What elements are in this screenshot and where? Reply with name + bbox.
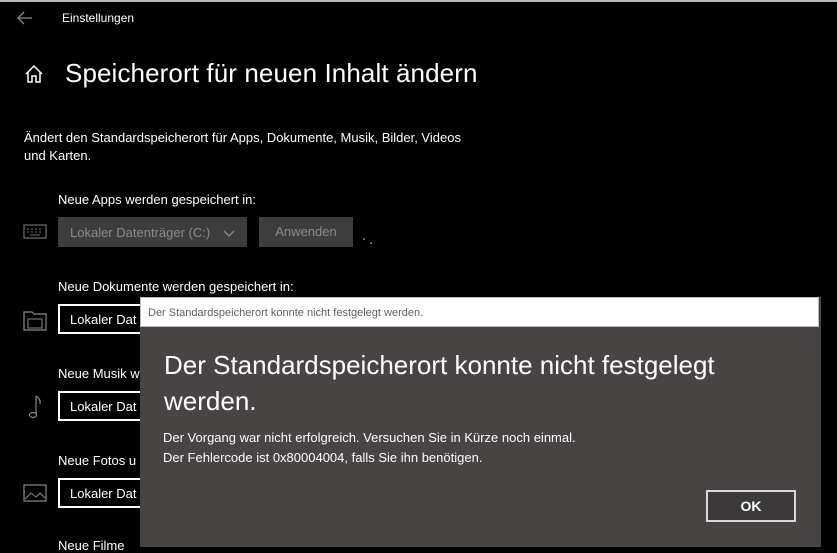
music-location-value: Lokaler Dat <box>70 399 137 414</box>
dialog-heading: Der Standardspeicherort konnte nicht fes… <box>164 350 715 416</box>
apps-location-dropdown[interactable]: Lokaler Datenträger (C:) <box>58 217 247 247</box>
dialog-message-line1: Der Vorgang war nicht erfolgreich. Versu… <box>163 430 576 445</box>
photos-section-label: Neue Fotos u <box>58 453 137 468</box>
image-icon <box>22 482 48 506</box>
page-description: Ändert den Standardspeicherort für Apps,… <box>24 130 461 163</box>
back-arrow-icon[interactable] <box>16 10 34 26</box>
folder-icon <box>22 308 48 332</box>
apps-section-label: Neue Apps werden gespeichert in: <box>58 192 257 207</box>
apps-location-value: Lokaler Datenträger (C:) <box>70 225 211 240</box>
chevron-down-icon <box>223 226 235 237</box>
keyboard-icon <box>22 222 48 246</box>
photos-location-value: Lokaler Dat <box>70 486 137 501</box>
page-title: Speicherort für neuen Inhalt ändern <box>65 58 478 88</box>
window-top-border <box>0 0 837 2</box>
dialog-message: Der Vorgang war nicht erfolgreich. Versu… <box>163 428 576 468</box>
documents-location-value: Lokaler Dat <box>70 312 137 327</box>
music-note-icon <box>22 394 48 419</box>
apply-button[interactable]: Anwenden <box>259 217 353 247</box>
dialog-titlebar: Der Standardspeicherort konnte nicht fes… <box>140 297 819 327</box>
documents-section-label: Neue Dokumente werden gespeichert in: <box>58 279 294 294</box>
window-title: Einstellungen <box>62 11 135 25</box>
dialog-message-line2: Der Fehlercode ist 0x80004004, falls Sie… <box>163 450 483 465</box>
films-section-label: Neue Filme <box>58 538 125 553</box>
error-dialog: Der Standardspeicherort konnte nicht fes… <box>140 297 821 547</box>
progress-dots-icon <box>362 232 374 244</box>
home-icon[interactable] <box>24 64 44 84</box>
ok-button[interactable]: OK <box>706 490 796 522</box>
music-section-label: Neue Musik w <box>58 366 140 381</box>
